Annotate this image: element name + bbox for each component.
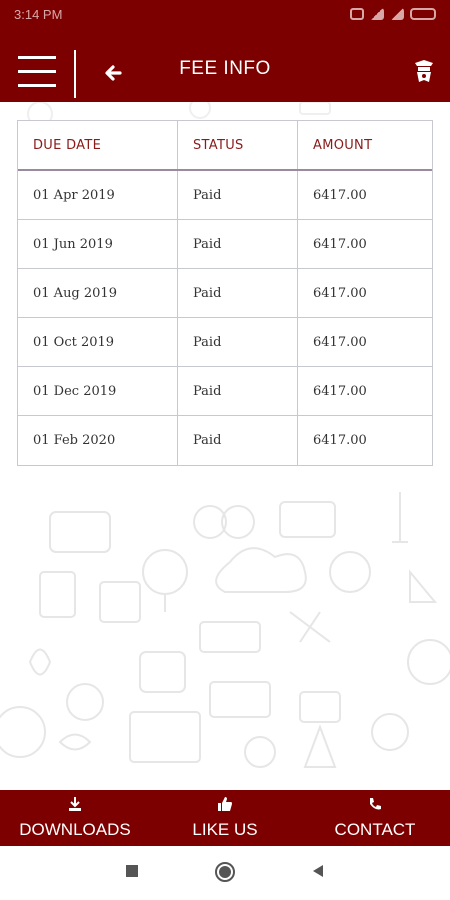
table-row: 01 Feb 2020 Paid 6417.00 <box>18 416 432 465</box>
status-cell: Paid <box>177 220 297 268</box>
amount-cell: 6417.00 <box>297 367 432 415</box>
system-nav-bar <box>0 846 450 900</box>
status-cell: Paid <box>177 171 297 219</box>
amount-cell: 6417.00 <box>297 171 432 219</box>
fee-table: DUE DATE STATUS AMOUNT 01 Apr 2019 Paid … <box>17 120 433 466</box>
header-due-date: DUE DATE <box>33 137 102 153</box>
amount-cell: 6417.00 <box>297 269 432 317</box>
back-triangle-icon[interactable] <box>310 863 326 879</box>
due-date-cell: 01 Oct 2019 <box>33 334 115 350</box>
amount-cell: 6417.00 <box>297 318 432 366</box>
contact-label: CONTACT <box>334 820 416 839</box>
status-icons <box>350 8 436 20</box>
like-us-button[interactable]: LIKE US <box>150 790 300 846</box>
battery-icon <box>410 8 436 20</box>
status-cell: Paid <box>177 416 297 465</box>
wifi-icon <box>390 8 404 20</box>
downloads-label: DOWNLOADS <box>19 820 131 839</box>
page-title: FEE INFO <box>179 58 271 79</box>
status-bar: 3:14 PM <box>0 0 450 32</box>
like-us-label: LIKE US <box>192 820 258 839</box>
table-header: DUE DATE STATUS AMOUNT <box>18 121 432 171</box>
table-row: 01 Apr 2019 Paid 6417.00 <box>18 171 432 220</box>
bottom-nav: DOWNLOADS LIKE US CONTACT <box>0 790 450 846</box>
school-logo-icon[interactable] <box>412 58 436 84</box>
due-date-cell: 01 Feb 2020 <box>33 433 116 448</box>
status-cell: Paid <box>177 318 297 366</box>
contact-button[interactable]: CONTACT <box>300 790 450 846</box>
status-time: 3:14 PM <box>14 7 63 22</box>
due-date-cell: 01 Aug 2019 <box>33 285 117 301</box>
app-bar: FEE INFO <box>0 32 450 102</box>
home-icon[interactable] <box>214 861 236 883</box>
recents-icon[interactable] <box>124 863 140 879</box>
due-date-cell: 01 Dec 2019 <box>33 383 117 399</box>
table-row: 01 Aug 2019 Paid 6417.00 <box>18 269 432 318</box>
status-cell: Paid <box>177 269 297 317</box>
table-row: 01 Dec 2019 Paid 6417.00 <box>18 367 432 416</box>
amount-cell: 6417.00 <box>297 416 432 465</box>
amount-cell: 6417.00 <box>297 220 432 268</box>
table-row: 01 Jun 2019 Paid 6417.00 <box>18 220 432 269</box>
alarm-icon <box>350 8 364 20</box>
download-icon <box>69 797 81 811</box>
downloads-button[interactable]: DOWNLOADS <box>0 790 150 846</box>
due-date-cell: 01 Jun 2019 <box>33 236 113 252</box>
header-amount: AMOUNT <box>297 121 432 169</box>
status-cell: Paid <box>177 367 297 415</box>
thumbs-up-icon <box>218 797 232 811</box>
table-row: 01 Oct 2019 Paid 6417.00 <box>18 318 432 367</box>
header-status: STATUS <box>177 121 297 169</box>
signal-icon <box>370 8 384 20</box>
phone-icon <box>370 798 381 810</box>
due-date-cell: 01 Apr 2019 <box>33 187 115 203</box>
